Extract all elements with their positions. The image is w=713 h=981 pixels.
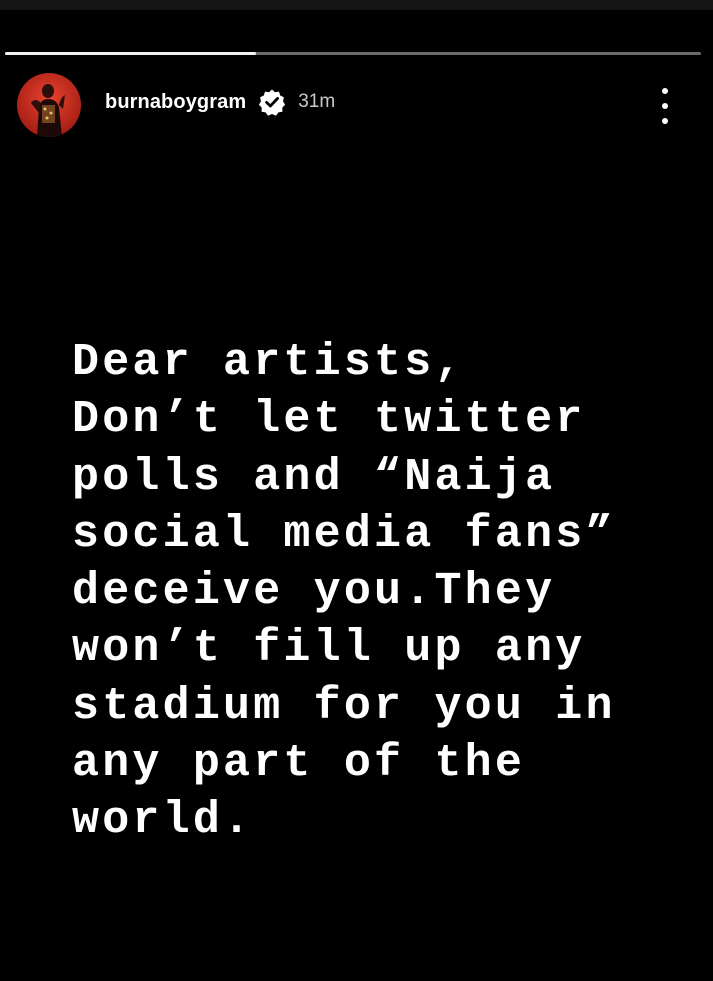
avatar[interactable] bbox=[17, 73, 81, 137]
username[interactable]: burnaboygram bbox=[105, 91, 246, 114]
story-text-line: Dear artists, bbox=[72, 337, 465, 388]
story-text-line: polls and “Naija bbox=[72, 451, 556, 503]
story-text-line: stadium for you in bbox=[72, 680, 616, 732]
status-bar bbox=[0, 0, 713, 10]
story-text-line: social media fans” bbox=[72, 508, 616, 560]
more-dot bbox=[662, 118, 668, 124]
story-progress-bar bbox=[5, 52, 701, 55]
story-header: burnaboygram 31m bbox=[17, 73, 335, 137]
post-time: 31m bbox=[298, 91, 336, 112]
story-text: Dear artists, Don’t let twitter polls an… bbox=[72, 334, 672, 850]
story-text-line: world. bbox=[72, 795, 254, 847]
avatar-image bbox=[17, 73, 81, 137]
story-text-line: deceive you.They bbox=[72, 566, 556, 618]
story-text-line: Don’t let twitter bbox=[72, 394, 586, 446]
more-vertical-icon bbox=[662, 88, 668, 94]
progress-fill bbox=[5, 52, 256, 55]
story-text-line: any part of the bbox=[72, 738, 526, 790]
verified-badge-icon bbox=[259, 89, 286, 116]
more-options-button[interactable] bbox=[648, 86, 682, 126]
more-dot bbox=[662, 103, 668, 109]
story-text-line: won’t fill up any bbox=[72, 623, 586, 675]
